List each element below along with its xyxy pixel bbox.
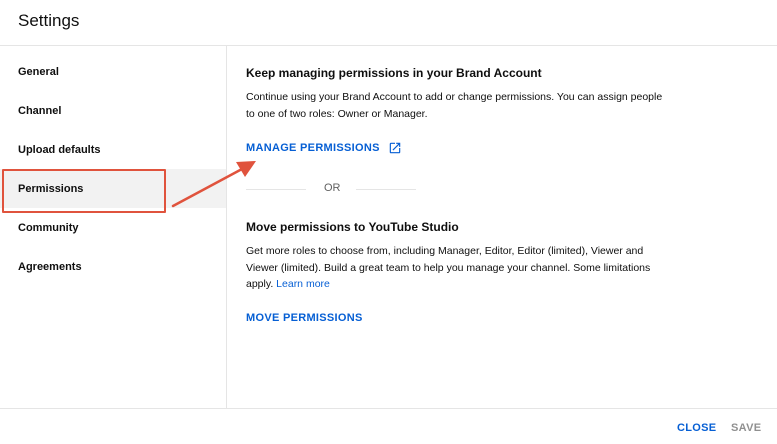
divider-line-left [246, 189, 306, 190]
studio-heading: Move permissions to YouTube Studio [246, 220, 459, 234]
divider-line-right [356, 189, 416, 190]
manage-permissions-label: MANAGE PERMISSIONS [246, 142, 380, 154]
sidebar-item-label: Community [18, 221, 79, 234]
brand-account-heading: Keep managing permissions in your Brand … [246, 66, 542, 80]
sidebar-item-general[interactable]: General [0, 52, 226, 91]
sidebar-item-label: Upload defaults [18, 143, 101, 156]
close-button[interactable]: CLOSE [677, 422, 716, 434]
move-permissions-label: MOVE PERMISSIONS [246, 312, 363, 324]
sidebar-item-label: Channel [18, 104, 62, 117]
brand-account-description: Continue using your Brand Account to add… [246, 91, 663, 120]
sidebar-item-label: Permissions [18, 182, 84, 195]
manage-permissions-link[interactable]: MANAGE PERMISSIONS [246, 141, 402, 155]
sidebar-item-agreements[interactable]: Agreements [0, 247, 226, 286]
save-button[interactable]: SAVE [731, 422, 761, 434]
dialog-footer: CLOSE SAVE [0, 408, 777, 444]
page-title: Settings [18, 11, 80, 30]
learn-more-link[interactable]: Learn more [276, 278, 330, 290]
dialog-header: Settings [0, 0, 777, 46]
or-divider: OR [246, 182, 416, 196]
or-divider-text: OR [324, 182, 341, 194]
studio-description: Get more roles to choose from, including… [246, 243, 666, 293]
sidebar-item-permissions[interactable]: Permissions [0, 169, 226, 208]
sidebar-item-label: General [18, 65, 59, 78]
sidebar-item-upload-defaults[interactable]: Upload defaults [0, 130, 226, 169]
permissions-panel: Keep managing permissions in your Brand … [227, 46, 777, 408]
settings-sidebar: General Channel Upload defaults Permissi… [0, 46, 227, 408]
open-in-new-icon [388, 141, 402, 155]
sidebar-item-community[interactable]: Community [0, 208, 226, 247]
move-permissions-button[interactable]: MOVE PERMISSIONS [246, 312, 363, 324]
sidebar-item-channel[interactable]: Channel [0, 91, 226, 130]
sidebar-item-label: Agreements [18, 260, 82, 273]
